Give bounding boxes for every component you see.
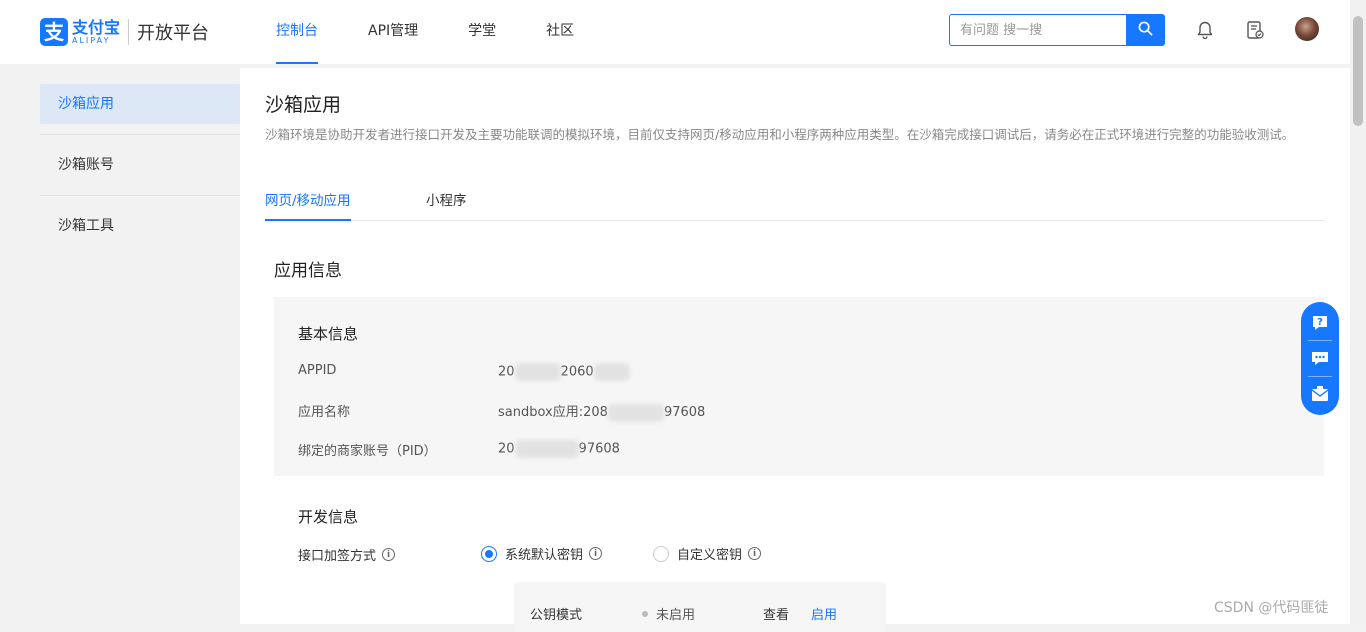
- feedback-mail-icon[interactable]: [1308, 382, 1332, 406]
- redacted-blur: [514, 363, 561, 381]
- sidebar-item-sandbox-account[interactable]: 沙箱账号: [40, 145, 240, 185]
- redacted-blur: [607, 403, 664, 422]
- public-key-mode-label: 公钥模式: [530, 608, 583, 623]
- radio-custom-key[interactable]: 自定义密钥 i: [653, 544, 762, 563]
- watermark-text: CSDN @代码匪徒: [1214, 600, 1329, 616]
- app-name-suffix: 97608: [663, 405, 706, 420]
- search-box: [949, 14, 1165, 46]
- float-divider: [1308, 375, 1332, 377]
- app-name-label: 应用名称: [298, 405, 351, 420]
- redacted-blur: [514, 440, 579, 458]
- nav-api-management[interactable]: API管理: [368, 0, 418, 64]
- pid-label: 绑定的商家账号（PID）: [298, 444, 437, 459]
- bell-icon[interactable]: [1194, 19, 1216, 41]
- main-nav: 控制台 API管理 学堂 社区: [276, 0, 624, 64]
- sidebar-divider: [40, 134, 240, 135]
- logo-en-text: ALIPAY: [72, 36, 111, 45]
- appid-value-prefix: 20: [498, 364, 515, 380]
- tab-web-mobile-app[interactable]: 网页/移动应用: [265, 189, 351, 221]
- pid-suffix: 97608: [578, 441, 620, 457]
- nav-community[interactable]: 社区: [546, 0, 574, 64]
- radio-system-default-key[interactable]: 系统默认密钥 i: [481, 544, 603, 563]
- appid-value: 20 2060: [498, 363, 630, 381]
- radio-checked-icon[interactable]: [481, 545, 497, 562]
- view-key-link[interactable]: 查看: [763, 604, 789, 623]
- search-input[interactable]: [949, 14, 1126, 46]
- info-icon[interactable]: i: [382, 548, 396, 561]
- info-icon[interactable]: i: [589, 547, 603, 560]
- chat-icon[interactable]: [1308, 346, 1332, 370]
- main-content: 沙箱应用 沙箱环境是协助开发者进行接口开发及主要功能联调的模拟环境，目前仅支持网…: [240, 68, 1350, 632]
- float-divider: [1308, 340, 1332, 342]
- radio-system-default-label: 系统默认密钥: [505, 548, 584, 563]
- enable-key-link[interactable]: 启用: [811, 604, 837, 623]
- document-check-icon[interactable]: [1244, 19, 1266, 41]
- page-scrollbar[interactable]: [1350, 0, 1366, 624]
- sidebar-item-sandbox-tools[interactable]: 沙箱工具: [40, 206, 240, 246]
- pid-value: 20 97608: [498, 440, 620, 458]
- logo-cn-text: 支付宝: [72, 18, 121, 37]
- status-dot-icon: [642, 610, 648, 617]
- basic-info-heading: 基本信息: [298, 325, 359, 343]
- info-icon[interactable]: i: [748, 547, 762, 560]
- appid-label: APPID: [298, 363, 337, 378]
- help-question-icon[interactable]: ?: [1308, 311, 1332, 335]
- key-mode-box: 公钥模式 未启用 查看 启用: [514, 582, 886, 632]
- floating-help-panel: ?: [1301, 302, 1339, 415]
- nav-console[interactable]: 控制台: [276, 0, 318, 64]
- logo-wordmark: 支付宝 ALIPAY: [72, 19, 120, 45]
- sidebar-item-sandbox-app[interactable]: 沙箱应用: [40, 84, 240, 124]
- sign-method-label: 接口加签方式 i: [298, 545, 396, 564]
- app-name-value: sandbox应用:208 97608: [498, 401, 705, 422]
- radio-custom-label: 自定义密钥: [677, 548, 743, 563]
- svg-text:?: ?: [1317, 317, 1323, 328]
- key-status: 未启用: [642, 604, 695, 623]
- page-description: 沙箱环境是协助开发者进行接口开发及主要功能联调的模拟环境，目前仅支持网页/移动应…: [265, 127, 1295, 142]
- redacted-blur: [593, 363, 630, 381]
- alipay-logo[interactable]: 支 支付宝 ALIPAY 开放平台: [40, 18, 209, 46]
- appid-value-suffix: 2060: [560, 364, 594, 380]
- platform-name: 开放平台: [137, 23, 210, 44]
- logo-divider: [128, 19, 130, 45]
- top-navigation-bar: 支 支付宝 ALIPAY 开放平台 控制台 API管理 学堂 社区: [0, 0, 1350, 64]
- search-icon: [1138, 21, 1153, 40]
- search-button[interactable]: [1126, 14, 1165, 46]
- page-title: 沙箱应用: [265, 94, 342, 116]
- app-info-heading: 应用信息: [274, 261, 342, 281]
- app-type-tabs: 网页/移动应用 小程序: [265, 184, 1324, 221]
- tab-mini-program[interactable]: 小程序: [426, 189, 467, 219]
- basic-info-card: 基本信息 APPID 20 2060 应用名称 sandbox应用:208 9760…: [274, 297, 1324, 476]
- pid-prefix: 20: [498, 441, 515, 457]
- radio-unchecked-icon[interactable]: [653, 545, 669, 562]
- alipay-logo-mark: 支: [40, 18, 68, 46]
- dev-info-heading: 开发信息: [298, 508, 359, 526]
- sidebar: 沙箱应用 沙箱账号 沙箱工具: [0, 64, 240, 624]
- sign-method-text: 接口加签方式: [298, 549, 377, 564]
- sidebar-divider: [40, 195, 240, 196]
- key-status-text: 未启用: [656, 608, 696, 623]
- nav-academy[interactable]: 学堂: [468, 0, 496, 64]
- scrollbar-thumb[interactable]: [1353, 16, 1363, 126]
- avatar[interactable]: [1295, 17, 1319, 41]
- app-name-prefix: sandbox应用:208: [498, 405, 608, 420]
